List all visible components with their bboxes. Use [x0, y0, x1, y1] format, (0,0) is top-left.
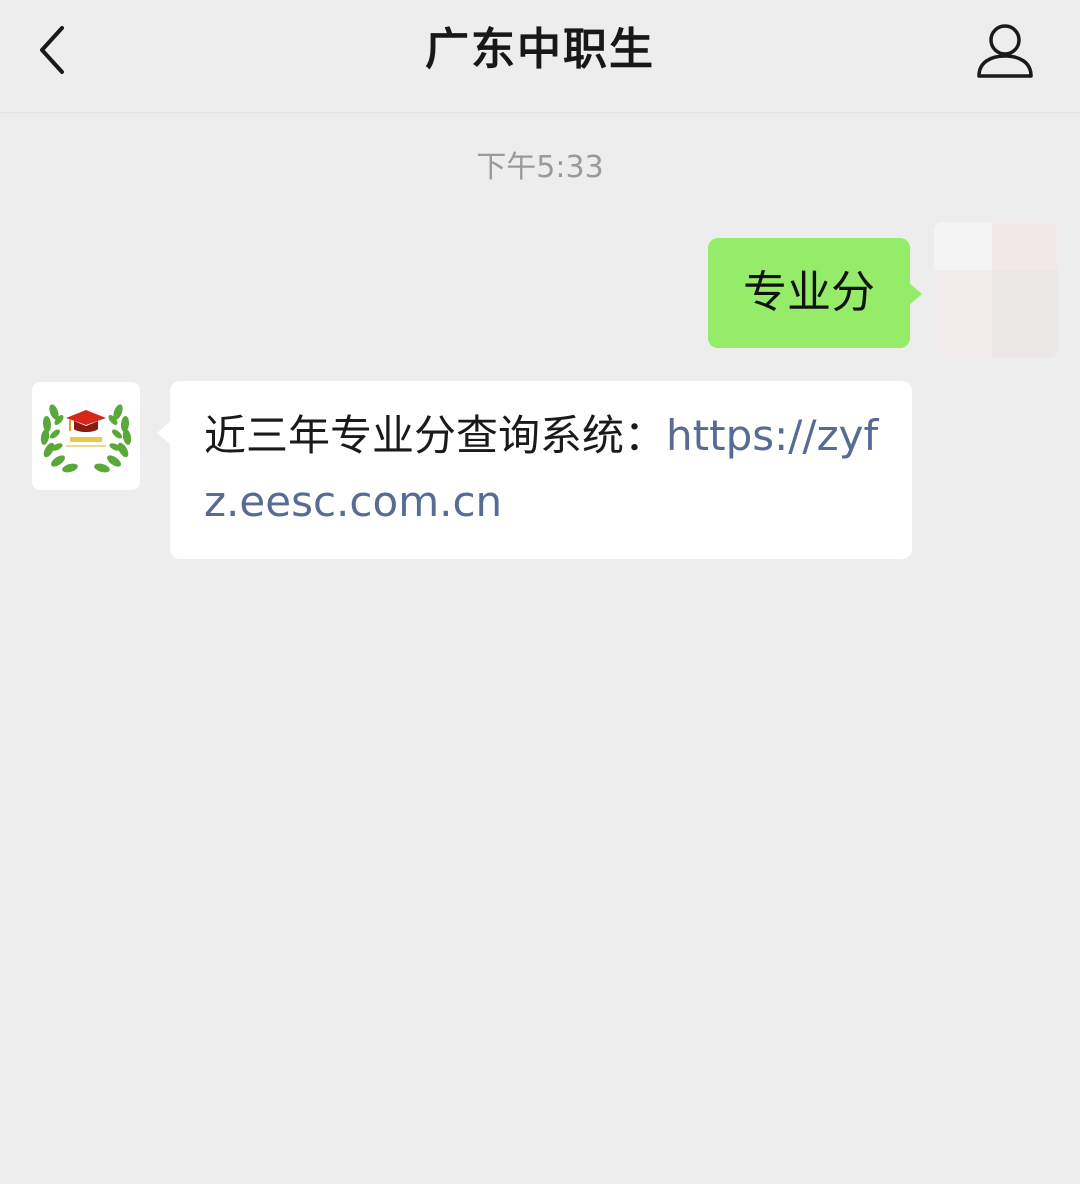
received-message-text: 近三年专业分查询系统：https://zyfz.eesc.com.cn: [204, 403, 892, 535]
back-button[interactable]: [22, 14, 86, 86]
chevron-left-icon: [40, 26, 64, 74]
laurel-graduation-cap-logo: [32, 382, 140, 490]
sent-message-text: 专业分: [743, 267, 875, 318]
sent-message-bubble[interactable]: 专业分: [708, 238, 922, 348]
chat-title: 广东中职生: [425, 24, 655, 75]
bot-avatar[interactable]: [32, 382, 140, 490]
received-message-bubble[interactable]: 近三年专业分查询系统：https://zyfz.eesc.com.cn: [157, 381, 912, 559]
message-body: 近三年专业分查询系统：: [204, 411, 667, 460]
self-avatar[interactable]: [934, 222, 1058, 358]
message-timestamp: 下午5:33: [476, 150, 604, 185]
chat-header: 广东中职生: [0, 0, 1080, 113]
person-icon: [977, 24, 1033, 78]
chat-info-button[interactable]: [966, 18, 1044, 86]
chat-screen: 广东中职生 下午5:33 专业分 近三年专业分查询系统：https://zyfz…: [0, 0, 1080, 1184]
